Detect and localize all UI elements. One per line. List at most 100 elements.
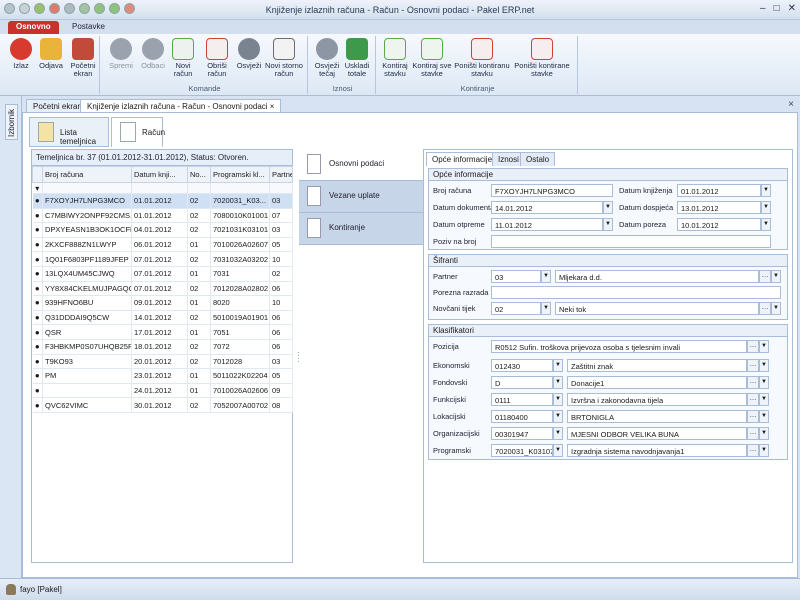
classifier-code-field[interactable]: 7020031_K03107 [491,444,553,457]
browse-button[interactable]: … [759,270,771,283]
discard-button[interactable]: Odbaci [136,38,170,70]
table-cell[interactable]: 01 [187,383,211,399]
tab-racun[interactable]: Račun [111,117,165,147]
chevron-down-icon[interactable]: ▼ [759,340,769,353]
table-cell[interactable]: 10 [269,295,293,311]
table-cell[interactable]: YY8X84CKELMUJPAGQO... [42,281,132,297]
table-cell[interactable]: 01 [187,266,211,282]
chevron-down-icon[interactable]: ▼ [761,184,771,197]
browse-button[interactable]: … [747,393,759,406]
chevron-down-icon[interactable]: ▼ [553,410,563,423]
partner-code-field[interactable]: 03 [491,270,541,283]
splitter-handle[interactable]: · · · · [297,349,301,366]
table-cell[interactable]: 24.01.2012 [131,383,188,399]
table-cell[interactable]: 1Q01F6803PF1189JFEP [42,251,132,267]
browse-button[interactable]: … [759,302,771,315]
reconcile-totals-button[interactable]: Uskladi totale [340,38,374,78]
row-indicator-icon[interactable]: ● [32,193,43,209]
post-item-button[interactable]: Kontiraj stavku [378,38,412,78]
table-cell[interactable]: 07 [269,208,293,224]
table-cell[interactable]: QSR [42,324,132,340]
chevron-down-icon[interactable]: ▼ [553,376,563,389]
chevron-down-icon[interactable]: ▼ [553,393,563,406]
chevron-down-icon[interactable]: ▼ [603,201,613,214]
save-button[interactable]: Spremi [104,38,138,70]
table-row[interactable]: ● DPXYEASN1B3OK1OCFH 04.01.2012 02 7021031K0… [32,222,293,238]
classifier-name-field[interactable]: Izgradnja sistema navodnjavanja1 [567,444,747,457]
table-row[interactable]: ● YY8X84CKELMUJPAGQO... 07.01.2012 02 701202… [32,281,293,297]
row-indicator-icon[interactable]: ● [32,383,43,399]
new-invoice-button[interactable]: Novi račun [166,38,200,78]
table-cell[interactable]: 07.01.2012 [131,251,188,267]
table-row[interactable]: ● QSR 17.01.2012 01 7051 06 [32,324,293,340]
table-cell[interactable]: 7012028A02802 [210,281,270,297]
delete-invoice-button[interactable]: Obriši račun [200,38,234,78]
chevron-down-icon[interactable]: ▼ [761,201,771,214]
table-cell[interactable]: 01.01.2012 [131,208,188,224]
chevron-down-icon[interactable]: ▼ [759,444,769,457]
table-cell[interactable]: 7010026A02607 [210,237,270,253]
classifier-code-field[interactable]: 012430 [491,359,553,372]
position-field[interactable]: R0512 Sufin. troškova prijevoza osoba s … [491,340,747,353]
table-cell[interactable]: 7072 [210,339,270,355]
tab-lista-temeljnica[interactable]: Lista temeljnica [29,117,109,147]
table-cell[interactable]: 05 [269,368,293,384]
chevron-down-icon[interactable]: ▼ [771,302,781,315]
cash-flow-name-field[interactable]: Neki tok [555,302,759,315]
table-cell[interactable]: 02 [187,339,211,355]
table-cell[interactable]: 03 [269,222,293,238]
table-row[interactable]: ● F7XOYJH7LNPG3MCO 01.01.2012 02 7020031_K03… [32,193,293,209]
shipping-date-field[interactable]: 11.01.2012 [491,218,603,231]
posting-date-field[interactable]: 01.01.2012 [677,184,761,197]
partner-name-field[interactable]: Mljekara d.d. [555,270,759,283]
table-cell[interactable]: T9KO93 [42,354,132,370]
classifier-code-field[interactable]: D [491,376,553,389]
chevron-down-icon[interactable]: ▼ [759,410,769,423]
classifier-name-field[interactable]: Izvršna i zakonodavna tijela [567,393,747,406]
table-cell[interactable]: 7031032A03202 [210,251,270,267]
table-cell[interactable]: 02 [187,251,211,267]
tab-opce-informacije[interactable]: Opće informacije [426,152,499,166]
browse-button[interactable]: … [747,376,759,389]
row-indicator-icon[interactable]: ● [32,368,43,384]
cancel-posted-item-button[interactable]: Poništi kontiranu stavku [454,38,510,78]
table-cell[interactable]: 09 [269,383,293,399]
table-cell[interactable]: 01 [187,324,211,340]
tax-breakdown-field[interactable] [491,286,781,299]
table-cell[interactable]: 06 [269,339,293,355]
table-cell[interactable]: 01 [187,368,211,384]
table-cell[interactable]: QVC62VIMC [42,397,132,413]
close-icon[interactable]: ✕ [788,3,796,14]
cash-flow-code-field[interactable]: 02 [491,302,541,315]
table-cell[interactable]: DPXYEASN1B3OK1OCFH [42,222,132,238]
table-cell[interactable]: 02 [187,310,211,326]
chevron-down-icon[interactable]: ▼ [541,270,551,283]
row-indicator-icon[interactable]: ● [32,237,43,253]
row-indicator-icon[interactable]: ● [32,251,43,267]
chevron-down-icon[interactable]: ▼ [761,218,771,231]
refresh-button[interactable]: Osvježi [232,38,266,70]
table-cell[interactable]: 5011022K02204 [210,368,270,384]
table-row[interactable]: ● Q31DDDAI9Q5CW 14.01.2012 02 5010019A01901 0… [32,310,293,326]
row-indicator-icon[interactable]: ● [32,397,43,413]
classifier-name-field[interactable]: BRTONIGLA [567,410,747,423]
column-header[interactable]: Broj računa [42,166,132,183]
table-cell[interactable]: 7052007A00702 [210,397,270,413]
table-cell[interactable]: 18.01.2012 [131,339,188,355]
browse-button[interactable]: … [747,427,759,440]
doc-tab-invoice[interactable]: Knjiženje izlaznih računa - Račun - Osno… [80,99,282,112]
row-indicator-icon[interactable]: ● [32,222,43,238]
sidebar-menu-tab[interactable]: Izbornik [5,104,18,140]
table-cell[interactable]: 2KXCF888ZN1LWYP [42,237,132,253]
maximize-icon[interactable]: □ [774,3,780,14]
table-cell[interactable]: 04.01.2012 [131,222,188,238]
column-header[interactable]: Partne [269,166,293,183]
filter-row[interactable]: ▾ [32,182,293,194]
exit-button[interactable]: Izlaz [4,38,38,70]
table-cell[interactable]: 06 [269,310,293,326]
invoice-number-field[interactable]: F7XOYJH7LNPG3MCO [491,184,613,197]
classifier-name-field[interactable]: MJESNI ODBOR VELIKA BUNA [567,427,747,440]
chevron-down-icon[interactable]: ▼ [759,427,769,440]
close-tab-icon[interactable]: × [270,102,275,111]
table-row[interactable]: ● F3HBKMP0S07UHQB25P... 18.01.2012 02 7072 06 [32,339,293,355]
